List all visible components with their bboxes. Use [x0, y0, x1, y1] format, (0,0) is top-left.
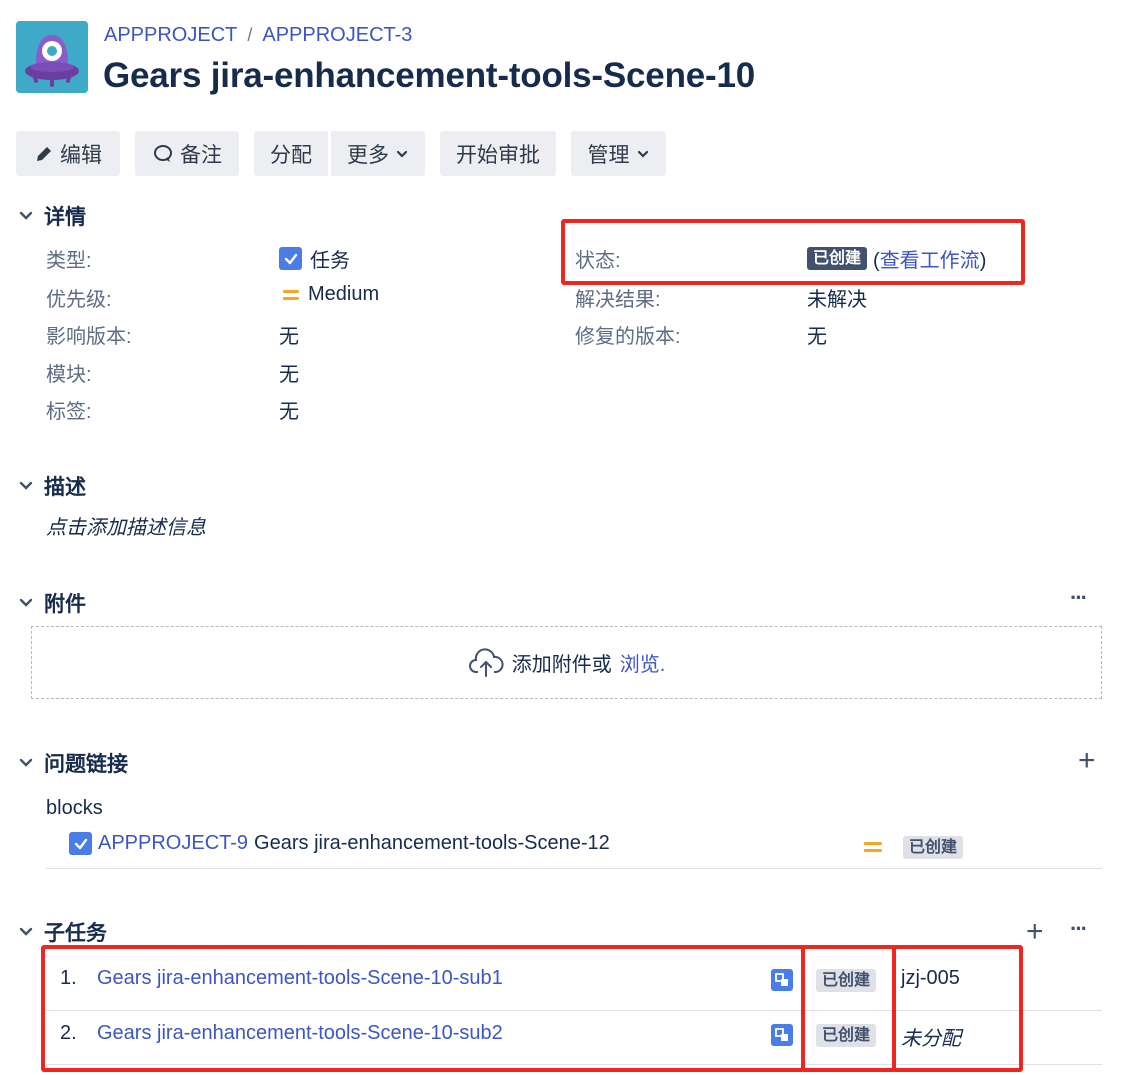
description-title: 描述 [44, 476, 86, 499]
resolution-value: 未解决 [807, 289, 867, 311]
project-avatar[interactable] [16, 21, 88, 93]
description-placeholder[interactable]: 点击添加描述信息 [46, 511, 206, 540]
assign-button[interactable]: 分配 [254, 131, 328, 176]
more-button[interactable]: 更多 [331, 131, 425, 176]
subtask-index: 2. [60, 1022, 77, 1044]
divider [46, 1010, 1102, 1011]
status-label: 状态: [575, 250, 621, 272]
breadcrumb-issue[interactable]: APPPROJECT-3 [262, 24, 412, 47]
issue-summary[interactable]: Gears jira-enhancement-tools-Scene-10 [103, 56, 755, 96]
subtasks-title: 子任务 [44, 922, 107, 945]
view-workflow-link[interactable]: 查看工作流 [880, 250, 980, 272]
admin-button[interactable]: 管理 [571, 131, 666, 176]
subtask-status-badge: 已创建 [816, 969, 877, 992]
status-badge: 已创建 [807, 247, 868, 270]
priority-label: 优先级: [46, 289, 112, 311]
subtask-type-icon [771, 969, 793, 991]
type-text: 任务 [310, 250, 350, 272]
subtask-summary-link[interactable]: Gears jira-enhancement-tools-Scene-10-su… [97, 967, 503, 990]
chevron-down-icon [19, 598, 33, 607]
pencil-icon [37, 146, 51, 161]
link-relation-label: blocks [46, 797, 103, 819]
edit-button[interactable]: 编辑 [16, 131, 120, 176]
subtask-type-icon [771, 1024, 793, 1046]
priority-medium-icon [864, 842, 882, 852]
fix-version-value: 无 [807, 326, 827, 348]
description-section-toggle[interactable]: 描述 [18, 471, 86, 501]
subtask-status-badge: 已创建 [816, 1024, 877, 1047]
attachments-title: 附件 [44, 593, 86, 616]
labels-value: 无 [279, 401, 299, 423]
subtasks-more-menu[interactable]: ··· [1070, 916, 1088, 942]
workflow-link-wrapper: (查看工作流) [873, 244, 986, 273]
attachments-section-toggle[interactable]: 附件 [18, 588, 86, 618]
comment-button[interactable]: 备注 [135, 131, 239, 176]
priority-medium-icon [283, 289, 299, 300]
labels-label: 标签: [46, 401, 92, 423]
status-value: 已创建 (查看工作流) [807, 244, 986, 273]
affects-version-value: 无 [279, 326, 299, 348]
subtasks-section-toggle[interactable]: 子任务 [18, 917, 107, 947]
fix-version-label: 修复的版本: [575, 326, 681, 348]
linked-issue-key[interactable]: APPPROJECT-9 [98, 832, 248, 855]
add-subtask-button[interactable]: + [1026, 917, 1044, 947]
chevron-down-icon [396, 150, 408, 158]
browse-link[interactable]: 浏览 [620, 654, 660, 676]
linked-issue-summary: Gears jira-enhancement-tools-Scene-12 [254, 832, 610, 854]
subtask-summary-highlight-box [41, 945, 805, 1072]
attachment-dropzone[interactable]: 添加附件或 浏览. [31, 626, 1102, 699]
chevron-down-icon [19, 211, 33, 220]
type-label: 类型: [46, 250, 92, 272]
resolution-label: 解决结果: [575, 289, 661, 311]
subtask-status-highlight-box [801, 945, 896, 1072]
divider [46, 868, 1102, 869]
assign-button-label: 分配 [270, 143, 312, 167]
subtask-assignee[interactable]: 未分配 [901, 1022, 961, 1051]
browse-suffix: . [659, 654, 666, 676]
breadcrumb-project[interactable]: APPPROJECT [104, 24, 237, 47]
priority-value: Medium [282, 283, 379, 306]
linked-issue-row: APPPROJECT-9 Gears jira-enhancement-tool… [69, 832, 610, 855]
add-link-button[interactable]: + [1078, 746, 1096, 776]
more-button-label: 更多 [347, 143, 389, 167]
subtask-index: 1. [60, 967, 77, 989]
component-label: 模块: [46, 364, 92, 386]
subtask-assignee[interactable]: jzj-005 [901, 967, 960, 990]
subtask-assignee-highlight-box [892, 945, 1023, 1072]
details-title: 详情 [44, 206, 86, 229]
details-section-toggle[interactable]: 详情 [18, 201, 86, 231]
affects-version-label: 影响版本: [46, 326, 132, 348]
breadcrumb-separator: / [247, 25, 253, 45]
cloud-upload-icon [468, 647, 504, 677]
attachments-more-menu[interactable]: ··· [1070, 585, 1088, 611]
start-approval-label: 开始审批 [456, 143, 540, 167]
priority-text: Medium [308, 283, 380, 305]
task-checkbox-icon [69, 832, 92, 855]
chevron-down-icon [19, 481, 33, 490]
comment-button-label: 备注 [180, 143, 222, 167]
component-value: 无 [279, 364, 299, 386]
workflow-prefix: ( [873, 250, 880, 272]
dropzone-text: 添加附件或 [511, 654, 612, 676]
start-approval-button[interactable]: 开始审批 [440, 131, 556, 176]
comment-icon [154, 144, 172, 162]
chevron-down-icon [637, 150, 648, 158]
issue-links-section-toggle[interactable]: 问题链接 [18, 748, 128, 778]
type-value: 任务 [279, 244, 350, 273]
chevron-down-icon [19, 758, 33, 767]
subtask-summary-link[interactable]: Gears jira-enhancement-tools-Scene-10-su… [97, 1022, 503, 1045]
linked-issue-status-badge: 已创建 [903, 836, 964, 859]
issue-links-title: 问题链接 [44, 753, 128, 776]
admin-button-label: 管理 [587, 143, 630, 167]
edit-button-label: 编辑 [60, 143, 102, 167]
breadcrumb: APPPROJECT / APPPROJECT-3 [104, 24, 412, 47]
chevron-down-icon [19, 927, 33, 936]
ufo-icon [16, 21, 88, 93]
task-checkbox-icon [279, 247, 302, 270]
workflow-suffix: ) [979, 250, 987, 272]
divider [46, 1064, 1102, 1065]
